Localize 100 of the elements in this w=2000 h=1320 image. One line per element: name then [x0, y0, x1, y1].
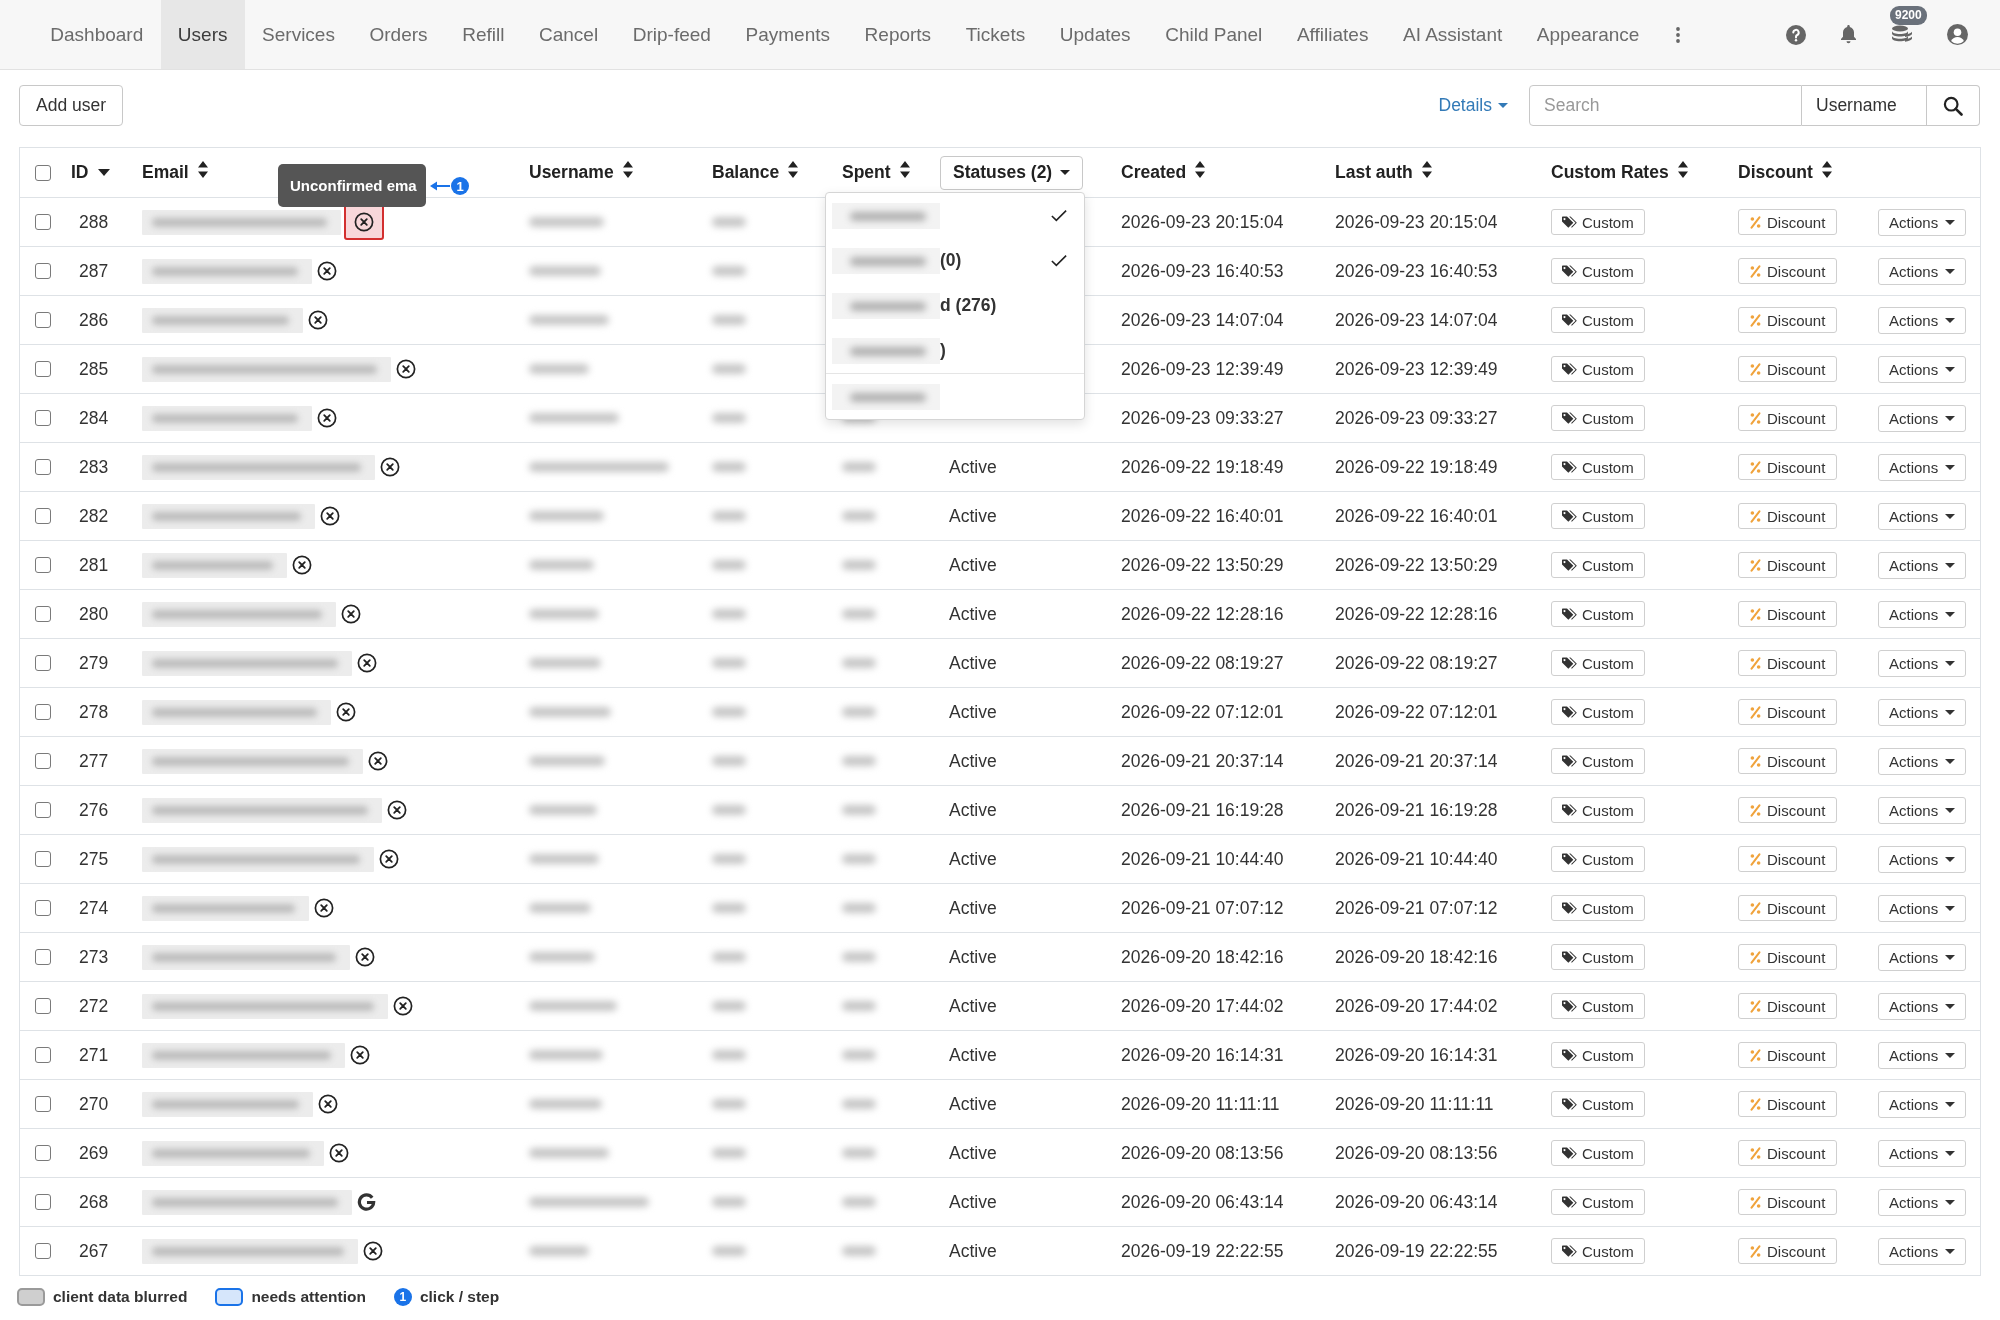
sort-icon[interactable] — [1677, 161, 1688, 178]
actions-button[interactable]: Actions — [1878, 355, 1967, 383]
nav-tab[interactable]: Users — [160, 0, 245, 69]
custom-rates-button[interactable]: Custom — [1551, 503, 1645, 529]
sort-icon[interactable] — [1821, 161, 1832, 178]
actions-button[interactable]: Actions — [1878, 306, 1967, 334]
custom-rates-button[interactable]: Custom — [1551, 797, 1645, 823]
discount-button[interactable]: Discount — [1738, 258, 1838, 284]
nav-tab[interactable]: Reports — [847, 0, 949, 69]
nav-tab[interactable]: Child Panel — [1147, 0, 1280, 69]
actions-button[interactable]: Actions — [1878, 1139, 1967, 1167]
nav-tab[interactable]: Affiliates — [1279, 0, 1386, 69]
actions-button[interactable]: Actions — [1878, 502, 1967, 530]
sort-icon[interactable] — [899, 161, 910, 178]
actions-button[interactable]: Actions — [1878, 992, 1967, 1020]
row-checkbox[interactable] — [35, 704, 51, 720]
search-by-select[interactable]: Username — [1802, 85, 1927, 126]
actions-button[interactable]: Actions — [1878, 943, 1967, 971]
custom-rates-button[interactable]: Custom — [1551, 405, 1645, 431]
custom-rates-button[interactable]: Custom — [1551, 1091, 1645, 1117]
sort-icon[interactable] — [1195, 161, 1206, 178]
actions-button[interactable]: Actions — [1878, 845, 1967, 873]
custom-rates-button[interactable]: Custom — [1551, 993, 1645, 1019]
column-header[interactable]: Created — [1121, 162, 1187, 183]
bell-icon[interactable] — [1840, 25, 1857, 44]
sort-icon[interactable] — [1421, 161, 1432, 178]
custom-rates-button[interactable]: Custom — [1551, 552, 1645, 578]
search-field[interactable]: Search — [1529, 85, 1802, 126]
discount-button[interactable]: Discount — [1738, 209, 1838, 235]
more-icon[interactable] — [1675, 26, 1680, 43]
discount-button[interactable]: Discount — [1738, 993, 1838, 1019]
nav-tab[interactable]: Orders — [352, 0, 445, 69]
custom-rates-button[interactable]: Custom — [1551, 748, 1645, 774]
nav-tab[interactable]: Refill — [444, 0, 522, 69]
custom-rates-button[interactable]: Custom — [1551, 601, 1645, 627]
row-checkbox[interactable] — [35, 557, 51, 573]
user-avatar-icon[interactable] — [1947, 24, 1968, 45]
discount-button[interactable]: Discount — [1738, 650, 1838, 676]
custom-rates-button[interactable]: Custom — [1551, 944, 1645, 970]
column-header[interactable]: Email — [142, 162, 189, 183]
column-header[interactable]: Discount — [1738, 162, 1813, 183]
nav-tab[interactable]: Tickets — [948, 0, 1043, 69]
actions-button[interactable]: Actions — [1878, 1237, 1967, 1265]
row-checkbox[interactable] — [35, 606, 51, 622]
sort-icon[interactable] — [197, 161, 208, 178]
column-header[interactable]: Spent — [842, 162, 891, 183]
status-filter-button[interactable]: Statuses (2) — [940, 155, 1084, 190]
discount-button[interactable]: Discount — [1738, 895, 1838, 921]
menu-item[interactable]: ) — [826, 328, 1084, 373]
row-checkbox[interactable] — [35, 361, 51, 377]
actions-button[interactable]: Actions — [1878, 208, 1967, 236]
custom-rates-button[interactable]: Custom — [1551, 650, 1645, 676]
row-checkbox[interactable] — [35, 508, 51, 524]
actions-button[interactable]: Actions — [1878, 404, 1967, 432]
row-checkbox[interactable] — [35, 1243, 51, 1259]
row-checkbox[interactable] — [35, 949, 51, 965]
discount-button[interactable]: Discount — [1738, 699, 1838, 725]
row-checkbox[interactable] — [35, 410, 51, 426]
custom-rates-button[interactable]: Custom — [1551, 846, 1645, 872]
actions-button[interactable]: Actions — [1878, 747, 1967, 775]
menu-item[interactable]: d (276) — [826, 283, 1084, 328]
column-header[interactable]: Balance — [712, 162, 780, 183]
add-user-button[interactable]: Add user — [19, 85, 124, 126]
sort-icon[interactable] — [788, 161, 799, 178]
actions-button[interactable]: Actions — [1878, 1090, 1967, 1118]
discount-button[interactable]: Discount — [1738, 1042, 1838, 1068]
custom-rates-button[interactable]: Custom — [1551, 1042, 1645, 1068]
discount-button[interactable]: Discount — [1738, 356, 1838, 382]
discount-button[interactable]: Discount — [1738, 503, 1838, 529]
help-icon[interactable] — [1786, 24, 1806, 45]
nav-tab[interactable]: AI Assistant — [1385, 0, 1520, 69]
discount-button[interactable]: Discount — [1738, 307, 1838, 333]
nav-tab[interactable]: Drip-feed — [615, 0, 729, 69]
discount-button[interactable]: Discount — [1738, 1238, 1838, 1264]
row-checkbox[interactable] — [35, 1194, 51, 1210]
discount-button[interactable]: Discount — [1738, 1189, 1838, 1215]
row-checkbox[interactable] — [35, 655, 51, 671]
discount-button[interactable]: Discount — [1738, 944, 1838, 970]
menu-item[interactable]: (0) — [826, 238, 1084, 283]
row-checkbox[interactable] — [35, 312, 51, 328]
row-checkbox[interactable] — [35, 802, 51, 818]
custom-rates-button[interactable]: Custom — [1551, 307, 1645, 333]
discount-button[interactable]: Discount — [1738, 846, 1838, 872]
row-checkbox[interactable] — [35, 459, 51, 475]
actions-button[interactable]: Actions — [1878, 796, 1967, 824]
discount-button[interactable]: Discount — [1738, 748, 1838, 774]
custom-rates-button[interactable]: Custom — [1551, 454, 1645, 480]
row-checkbox[interactable] — [35, 214, 51, 230]
actions-button[interactable]: Actions — [1878, 1041, 1967, 1069]
discount-button[interactable]: Discount — [1738, 552, 1838, 578]
nav-tab[interactable]: Updates — [1042, 0, 1148, 69]
row-checkbox[interactable] — [35, 1096, 51, 1112]
discount-button[interactable]: Discount — [1738, 797, 1838, 823]
row-checkbox[interactable] — [35, 753, 51, 769]
discount-button[interactable]: Discount — [1738, 601, 1838, 627]
custom-rates-button[interactable]: Custom — [1551, 1140, 1645, 1166]
column-header[interactable]: Username — [529, 162, 614, 183]
actions-button[interactable]: Actions — [1878, 600, 1967, 628]
row-checkbox[interactable] — [35, 1047, 51, 1063]
row-checkbox[interactable] — [35, 263, 51, 279]
